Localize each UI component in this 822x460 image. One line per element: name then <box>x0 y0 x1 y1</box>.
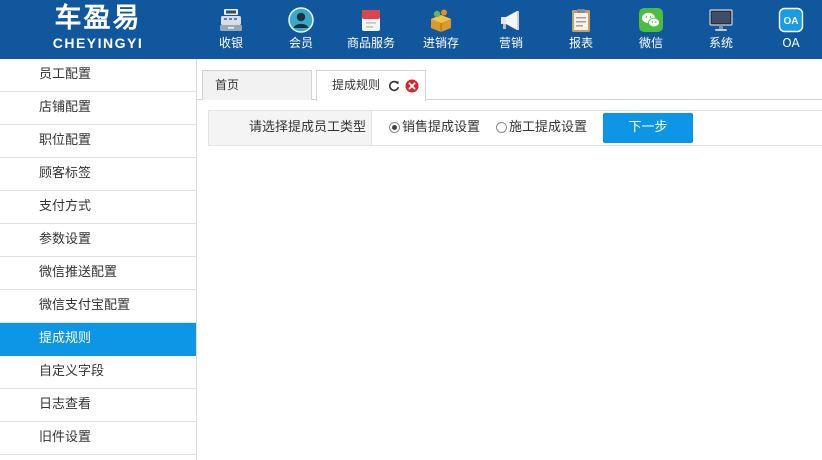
sidebar-item-store-config[interactable]: 店铺配置 <box>0 92 196 125</box>
oa-icon-text: OA <box>784 16 799 27</box>
nav-label: 商品服务 <box>346 36 395 50</box>
radio-construction-label: 施工提成设置 <box>509 120 588 135</box>
tab-home[interactable]: 首页 <box>202 70 312 100</box>
cash-register-icon <box>220 9 242 31</box>
sidebar-item-old-parts-settings[interactable]: 旧件设置 <box>0 422 196 455</box>
nav-label: 会员 <box>288 36 313 50</box>
brand-logo[interactable]: 车盈易 CHEYINGYI <box>0 0 196 59</box>
sidebar-item-commission-rules[interactable]: 提成规则 <box>0 323 196 356</box>
logo-title: 车盈易 <box>54 3 142 34</box>
nav-item-member[interactable]: 会员 <box>266 0 336 59</box>
next-step-button[interactable]: 下一步 <box>603 113 693 143</box>
inventory-box-icon <box>431 9 451 32</box>
sidebar-item-log-view[interactable]: 日志查看 <box>0 389 196 422</box>
nav-label: 进销存 <box>422 36 459 50</box>
nav-label: 营销 <box>498 36 523 50</box>
wechat-icon <box>639 8 663 32</box>
nav-label: 收银 <box>218 36 243 50</box>
nav-item-marketing[interactable]: 营销 <box>476 0 546 59</box>
sidebar-item-position-config[interactable]: 职位配置 <box>0 125 196 158</box>
sidebar-item-customer-tags[interactable]: 顾客标签 <box>0 158 196 191</box>
tab-bar: 首页 提成规则 <box>197 59 822 101</box>
sidebar-item-custom-fields[interactable]: 自定义字段 <box>0 356 196 389</box>
radio-construction-dot[interactable] <box>496 122 507 133</box>
tab-commission-rules[interactable]: 提成规则 <box>316 70 426 101</box>
member-user-icon <box>288 7 314 33</box>
monitor-icon <box>709 9 733 31</box>
product-service-icon <box>362 10 380 31</box>
report-clipboard-icon <box>572 9 590 32</box>
sidebar: 员工配置 店铺配置 职位配置 顾客标签 支付方式 参数设置 微信推送配置 微信支… <box>0 59 197 460</box>
commission-type-form-row: 请选择提成员工类型 销售提成设置 施工提成设置 下一步 <box>208 110 822 146</box>
nav-item-inventory[interactable]: 进销存 <box>406 0 476 59</box>
nav-item-system[interactable]: 系统 <box>686 0 756 59</box>
logo-subtitle: CHEYINGYI <box>52 35 144 51</box>
refresh-icon[interactable] <box>388 80 400 92</box>
nav-item-cashier[interactable]: 收银 <box>196 0 266 59</box>
employee-type-label: 请选择提成员工类型 <box>209 111 372 145</box>
nav-item-oa[interactable]: OA OA <box>756 0 822 59</box>
radio-sales-dot[interactable] <box>389 122 400 133</box>
sidebar-item-wechat-push-config[interactable]: 微信推送配置 <box>0 257 196 290</box>
nav-label: OA <box>782 36 800 50</box>
radio-sales-label: 销售提成设置 <box>402 120 481 135</box>
sidebar-item-parameter-settings[interactable]: 参数设置 <box>0 224 196 257</box>
sidebar-item-employee-config[interactable]: 员工配置 <box>0 59 196 92</box>
nav-label: 系统 <box>708 36 733 50</box>
megaphone-icon <box>501 11 519 30</box>
tab-home-label: 首页 <box>215 78 240 92</box>
nav-item-wechat[interactable]: 微信 <box>616 0 686 59</box>
close-icon[interactable] <box>405 79 419 93</box>
radio-sales-commission[interactable]: 销售提成设置 <box>389 120 489 136</box>
sidebar-item-payment-methods[interactable]: 支付方式 <box>0 191 196 224</box>
nav-label: 微信 <box>638 36 663 50</box>
nav-item-product-service[interactable]: 商品服务 <box>336 0 406 59</box>
nav-item-report[interactable]: 报表 <box>546 0 616 59</box>
top-nav: 收银 会员 商品服务 进销存 营销 报表 微信 系统 OA OA <box>196 0 822 59</box>
tab-active-label: 提成规则 <box>332 78 381 92</box>
sidebar-item-wechat-alipay-config[interactable]: 微信支付宝配置 <box>0 290 196 323</box>
radio-construction-commission[interactable]: 施工提成设置 <box>496 120 596 136</box>
nav-label: 报表 <box>568 36 593 50</box>
top-header: 车盈易 CHEYINGYI 收银 会员 商品服务 进销存 营销 报表 微信 系统… <box>0 0 822 59</box>
oa-icon: OA <box>778 7 804 33</box>
